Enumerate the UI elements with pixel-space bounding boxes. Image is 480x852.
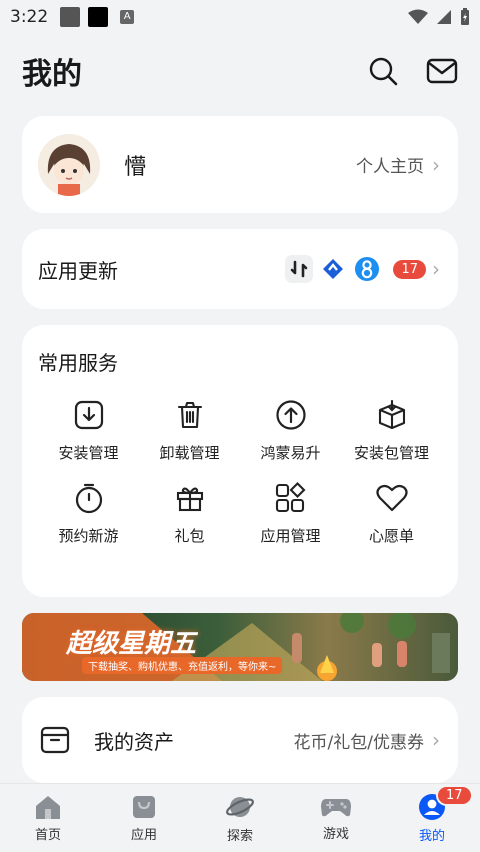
tab-label: 应用 — [130, 827, 157, 843]
page-header: 我的 — [0, 44, 480, 98]
banner-subtitle: 下载抽奖、购机优惠、充值返利，等你来~ — [82, 657, 283, 674]
chevron-right-icon: › — [432, 152, 440, 177]
service-label: 心愿单 — [368, 527, 414, 545]
service-package-manage[interactable]: 安装包管理 — [341, 398, 442, 463]
my-assets-title: 我的资产 — [94, 729, 174, 754]
app-updates-card[interactable]: 应用更新 17 › — [22, 229, 458, 309]
tab-explore[interactable]: 探索 — [200, 793, 280, 844]
wallet-icon — [40, 726, 70, 754]
notification-black-icon — [88, 7, 109, 27]
package-icon — [375, 398, 409, 432]
sync-app-icon — [285, 255, 314, 283]
trash-icon — [173, 398, 207, 432]
chevron-right-icon: › — [432, 728, 440, 752]
common-services-card: 常用服务 安装管理 卸载管理 鸿蒙易升 安装包管理 预约新游 礼包 应用管理 心… — [22, 325, 458, 597]
apps-grid-icon — [274, 481, 308, 515]
profile-homepage-link[interactable]: 个人主页 › — [356, 152, 440, 178]
page-title: 我的 — [22, 57, 82, 92]
banner-title: 超级星期五 — [66, 629, 197, 659]
service-gift-pack[interactable]: 礼包 — [139, 481, 240, 546]
service-install-manage[interactable]: 安装管理 — [38, 398, 139, 463]
assets-detail: 花币/礼包/优惠券 — [293, 732, 424, 753]
tab-label: 游戏 — [322, 826, 349, 842]
tab-label: 探索 — [226, 828, 253, 844]
bottom-tab-bar: 首页 应用 探索 游戏 17 我的 — [0, 783, 480, 852]
tab-apps[interactable]: 应用 — [104, 794, 184, 843]
services-title: 常用服务 — [38, 351, 118, 375]
service-wishlist[interactable]: 心愿单 — [341, 481, 442, 546]
upgrade-icon — [274, 398, 308, 432]
profile-card[interactable]: 懵 个人主页 › — [22, 116, 458, 213]
chevron-right-icon: › — [432, 257, 440, 281]
profile-name: 懵 — [124, 154, 147, 180]
install-icon — [72, 398, 106, 432]
blue-arrow-app-icon — [319, 255, 348, 283]
tab-label: 首页 — [34, 827, 61, 843]
service-label: 安装包管理 — [353, 444, 429, 462]
notification-a-icon: A — [120, 10, 135, 24]
heart-icon — [375, 481, 409, 515]
home-icon — [36, 795, 60, 819]
app-updates-title: 应用更新 — [38, 258, 118, 283]
search-icon[interactable] — [368, 56, 398, 86]
avatar[interactable] — [38, 133, 100, 196]
profile-link-label: 个人主页 — [356, 157, 424, 177]
service-harmony-upgrade[interactable]: 鸿蒙易升 — [240, 398, 341, 463]
tab-home[interactable]: 首页 — [8, 794, 88, 843]
service-reserve-games[interactable]: 预约新游 — [38, 481, 139, 546]
gift-icon — [173, 481, 207, 515]
signal-icon — [437, 10, 451, 24]
battery-icon — [461, 8, 469, 25]
status-bar: 3:22 A — [0, 0, 480, 34]
service-label: 安装管理 — [58, 444, 119, 462]
gamepad-icon — [321, 798, 351, 816]
tab-games[interactable]: 游戏 — [296, 795, 376, 842]
tab-mine[interactable]: 17 我的 — [392, 784, 473, 844]
service-label: 预约新游 — [58, 527, 119, 545]
tab-notification-badge: 17 — [436, 784, 473, 806]
service-label: 礼包 — [174, 527, 205, 545]
mail-icon[interactable] — [426, 57, 458, 85]
shopping-bag-icon — [133, 795, 155, 818]
service-label: 卸载管理 — [159, 444, 220, 462]
eight-app-icon — [353, 255, 382, 283]
status-time: 3:22 — [10, 7, 49, 27]
service-uninstall-manage[interactable]: 卸载管理 — [139, 398, 240, 463]
notification-gray-icon — [60, 7, 81, 27]
planet-icon — [226, 796, 254, 817]
service-app-manage[interactable]: 应用管理 — [240, 481, 341, 546]
tab-label: 我的 — [418, 828, 445, 844]
service-label: 鸿蒙易升 — [260, 444, 321, 462]
promo-banner[interactable]: 超级星期五 下载抽奖、购机优惠、充值返利，等你来~ — [22, 613, 458, 681]
service-label: 应用管理 — [260, 527, 321, 545]
updates-count-badge: 17 — [393, 259, 426, 279]
timer-icon — [72, 481, 106, 515]
my-assets-card[interactable]: 我的资产 花币/礼包/优惠券 › — [22, 697, 458, 783]
wifi-icon — [408, 9, 428, 24]
